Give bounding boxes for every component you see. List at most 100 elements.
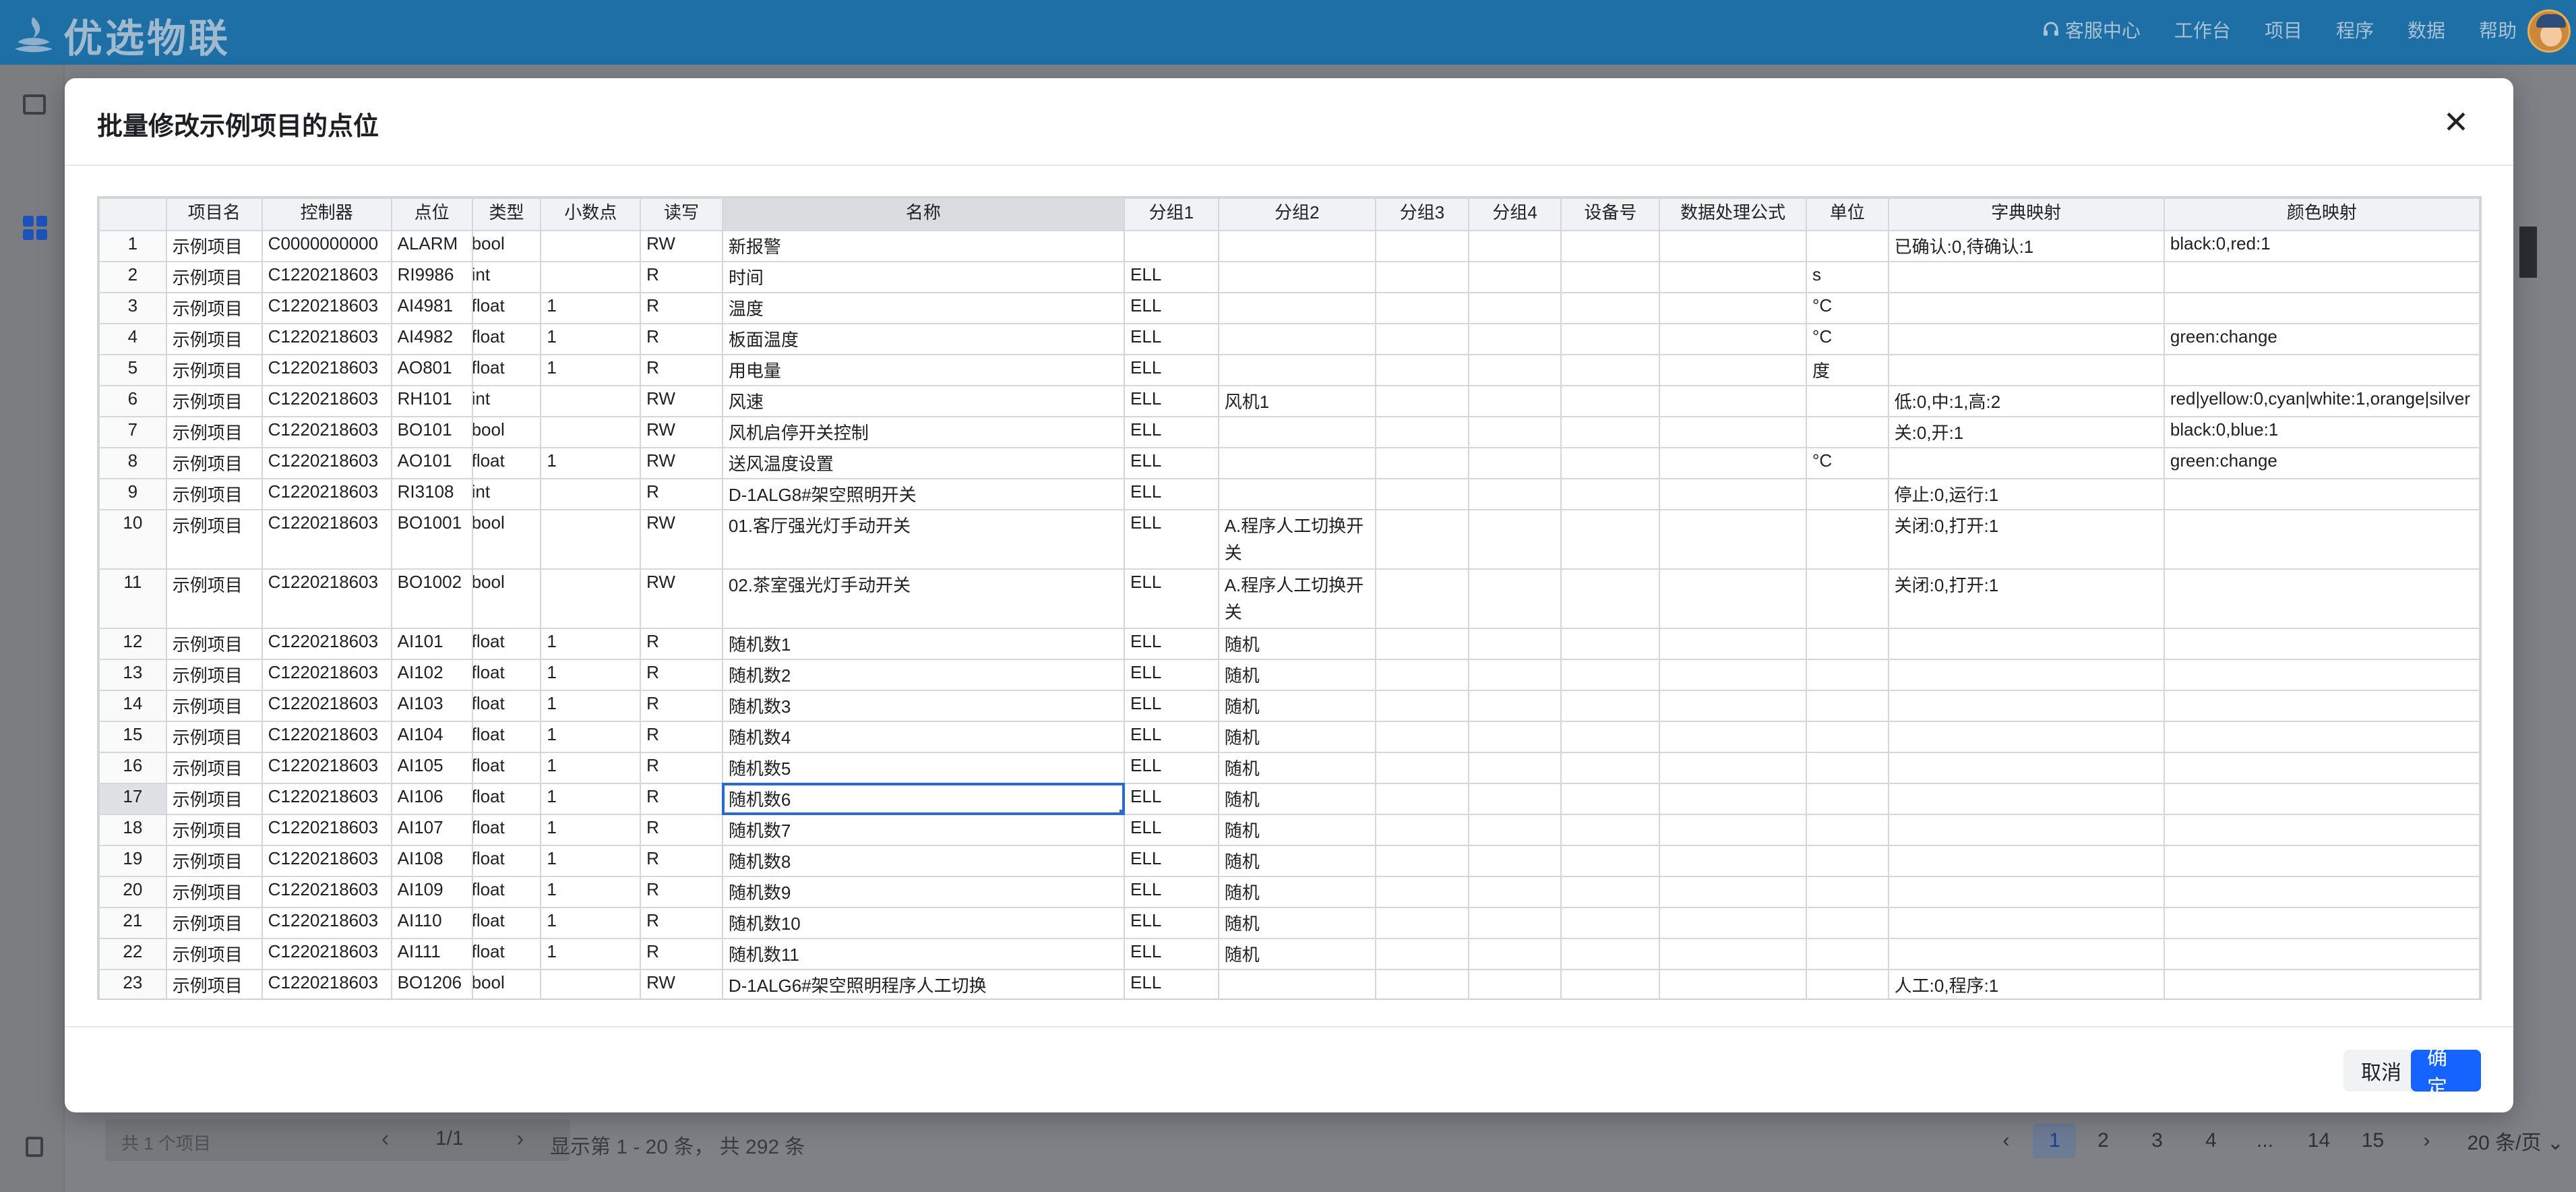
next-project-icon[interactable]: ›	[516, 1126, 524, 1152]
cell-group2[interactable]: 随机	[1217, 876, 1377, 908]
cell-device-no[interactable]	[1560, 690, 1661, 722]
cell-point[interactable]: RI9986	[390, 261, 473, 293]
cell-project-name[interactable]: 示例项目	[165, 628, 263, 660]
page-4[interactable]: 4	[2184, 1123, 2238, 1158]
cell-group1[interactable]: ELL	[1124, 907, 1219, 939]
cell-formula[interactable]	[1659, 969, 1807, 999]
cell-decimal[interactable]	[540, 230, 642, 262]
row-number-cell[interactable]: 12	[98, 628, 167, 660]
cell-color-mapping[interactable]	[2163, 261, 2480, 293]
cell-point[interactable]: BO1206	[390, 969, 473, 999]
confirm-button[interactable]: 确定	[2411, 1047, 2481, 1099]
cell-point[interactable]: AI103	[390, 690, 473, 722]
cell-group2[interactable]: 随机	[1217, 938, 1377, 970]
cell-device-no[interactable]	[1560, 261, 1661, 293]
cell-read-write[interactable]: RW	[640, 385, 723, 417]
cell-type[interactable]: float	[471, 907, 542, 939]
row-number-cell[interactable]: 23	[98, 969, 167, 999]
cell-dict-mapping[interactable]: 关闭:0,打开:1	[1887, 509, 2165, 570]
cell-decimal[interactable]: 1	[540, 292, 642, 324]
cell-group4[interactable]	[1467, 907, 1562, 939]
cell-formula[interactable]	[1659, 752, 1807, 784]
cell-group2[interactable]: 随机	[1217, 659, 1377, 691]
row-number-cell[interactable]: 11	[98, 568, 167, 629]
cell-device-no[interactable]	[1560, 659, 1661, 691]
cell-dict-mapping[interactable]	[1887, 721, 2165, 753]
cell-name[interactable]: 随机数6	[721, 783, 1126, 815]
cell-dict-mapping[interactable]: 关:0,开:1	[1887, 416, 2165, 448]
column-header-read-write[interactable]: 读写	[640, 198, 723, 231]
cell-group2[interactable]: A.程序人工切换开关	[1217, 568, 1377, 629]
cell-point[interactable]: AO101	[390, 447, 473, 479]
cell-read-write[interactable]: R	[640, 907, 723, 939]
cell-color-mapping[interactable]	[2163, 354, 2480, 386]
cell-read-write[interactable]: R	[640, 659, 723, 691]
cell-point[interactable]: RH101	[390, 385, 473, 417]
cell-device-no[interactable]	[1560, 969, 1661, 999]
cell-read-write[interactable]: RW	[640, 447, 723, 479]
cell-dict-mapping[interactable]	[1887, 752, 2165, 784]
cell-project-name[interactable]: 示例项目	[165, 907, 263, 939]
cell-color-mapping[interactable]	[2163, 509, 2480, 570]
cell-group2[interactable]	[1217, 261, 1377, 293]
cell-dict-mapping[interactable]: 关闭:0,打开:1	[1887, 568, 2165, 629]
cell-device-no[interactable]	[1560, 323, 1661, 355]
page-1[interactable]: 1	[2033, 1123, 2077, 1158]
cell-group1[interactable]: ELL	[1124, 447, 1219, 479]
cell-type[interactable]: float	[471, 938, 542, 970]
cell-controller[interactable]: C1220218603	[261, 447, 392, 479]
cell-unit[interactable]	[1805, 721, 1889, 753]
cell-formula[interactable]	[1659, 938, 1807, 970]
column-header-device-no[interactable]: 设备号	[1560, 198, 1661, 231]
book-icon[interactable]	[23, 94, 46, 115]
cell-group2[interactable]	[1217, 447, 1377, 479]
cell-decimal[interactable]: 1	[540, 354, 642, 386]
cell-point[interactable]: AI111	[390, 938, 473, 970]
cell-group2[interactable]: 随机	[1217, 907, 1377, 939]
cell-device-no[interactable]	[1560, 845, 1661, 877]
cell-group2[interactable]: 随机	[1217, 783, 1377, 815]
cell-group1[interactable]: ELL	[1124, 354, 1219, 386]
cell-group3[interactable]	[1375, 292, 1469, 324]
cell-decimal[interactable]	[540, 568, 642, 629]
cell-type[interactable]: bool	[471, 969, 542, 999]
cell-unit[interactable]	[1805, 752, 1889, 784]
cell-group3[interactable]	[1375, 938, 1469, 970]
sidebar-toggle-icon[interactable]	[26, 1137, 43, 1157]
cell-unit[interactable]	[1805, 938, 1889, 970]
cell-group2[interactable]: 风机1	[1217, 385, 1377, 417]
cell-device-no[interactable]	[1560, 783, 1661, 815]
cell-decimal[interactable]: 1	[540, 814, 642, 846]
cell-project-name[interactable]: 示例项目	[165, 876, 263, 908]
cell-read-write[interactable]: R	[640, 478, 723, 510]
cell-color-mapping[interactable]	[2163, 292, 2480, 324]
cell-group4[interactable]	[1467, 783, 1562, 815]
cell-group1[interactable]: ELL	[1124, 721, 1219, 753]
cell-unit[interactable]	[1805, 969, 1889, 999]
cell-color-mapping[interactable]	[2163, 907, 2480, 939]
cell-dict-mapping[interactable]	[1887, 261, 2165, 293]
cell-formula[interactable]	[1659, 292, 1807, 324]
cell-group3[interactable]	[1375, 385, 1469, 417]
cell-controller[interactable]: C0000000000	[261, 230, 392, 262]
cell-project-name[interactable]: 示例项目	[165, 416, 263, 448]
column-header-group4[interactable]: 分组4	[1467, 198, 1562, 231]
cell-formula[interactable]	[1659, 509, 1807, 570]
cell-controller[interactable]: C1220218603	[261, 478, 392, 510]
cell-read-write[interactable]: RW	[640, 230, 723, 262]
cell-type[interactable]: float	[471, 721, 542, 753]
cell-type[interactable]: bool	[471, 230, 542, 262]
column-header-row-number[interactable]	[98, 198, 167, 231]
cell-group1[interactable]: ELL	[1124, 659, 1219, 691]
cell-controller[interactable]: C1220218603	[261, 969, 392, 999]
cell-group3[interactable]	[1375, 323, 1469, 355]
cell-group4[interactable]	[1467, 478, 1562, 510]
cancel-button[interactable]: 取消	[2343, 1050, 2419, 1092]
row-number-cell[interactable]: 21	[98, 907, 167, 939]
cell-controller[interactable]: C1220218603	[261, 323, 392, 355]
cell-group3[interactable]	[1375, 416, 1469, 448]
cell-device-no[interactable]	[1560, 416, 1661, 448]
cell-read-write[interactable]: R	[640, 721, 723, 753]
cell-point[interactable]: AI101	[390, 628, 473, 660]
cell-point[interactable]: AI105	[390, 752, 473, 784]
